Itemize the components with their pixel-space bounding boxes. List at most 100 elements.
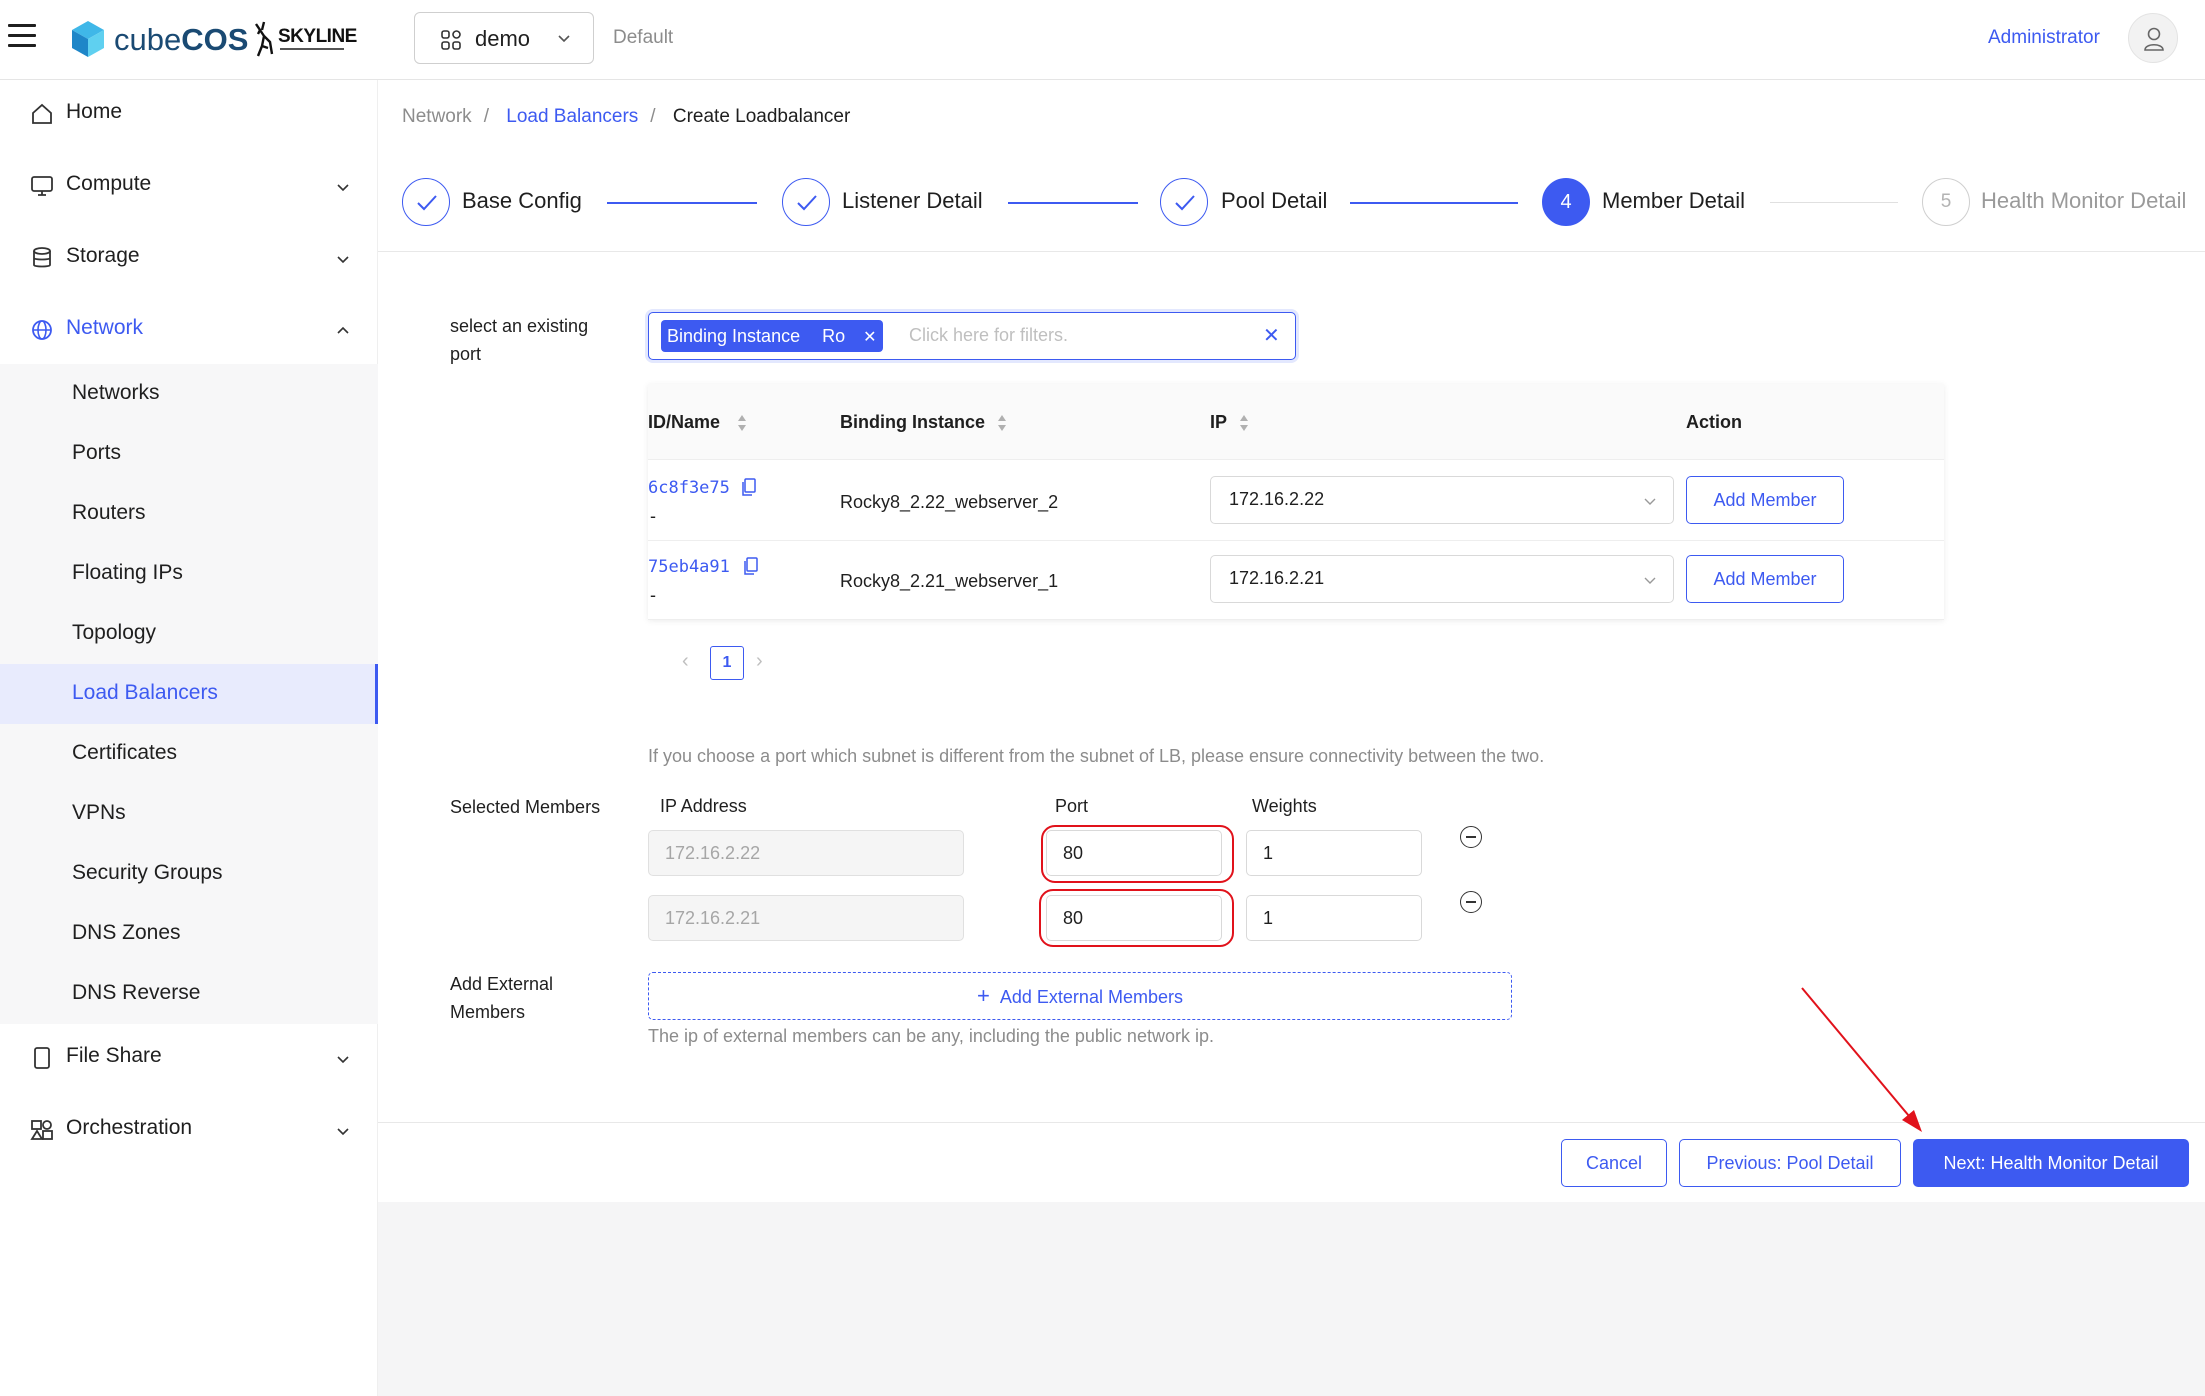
sidebar-item-file-share[interactable]: File Share (0, 1024, 378, 1090)
annotation-arrow (1801, 987, 1922, 1132)
page-number[interactable]: 1 (710, 646, 744, 680)
content-background (378, 1202, 2205, 1396)
sidebar-item-topology[interactable]: Topology (0, 604, 378, 664)
column-id-name[interactable]: ID/Name (648, 412, 720, 433)
table-row: 75eb4a91 - Rocky8_2.21_webserver_1 172.1… (648, 541, 1944, 620)
sidebar-item-networks[interactable]: Networks (0, 364, 378, 424)
weights-header: Weights (1252, 796, 1317, 816)
binding-instance: Rocky8_2.22_webserver_2 (840, 492, 1059, 512)
sidebar-item-storage[interactable]: Storage (0, 224, 378, 290)
sidebar-item-compute[interactable]: Compute (0, 152, 378, 218)
copy-icon[interactable] (744, 557, 758, 575)
port-id-link[interactable]: 75eb4a91 (648, 557, 730, 577)
tag-close-icon[interactable]: ✕ (863, 329, 876, 346)
step-health-monitor-detail: Health Monitor Detail (1981, 188, 2187, 213)
column-ip[interactable]: IP (1210, 412, 1227, 433)
breadcrumb-separator: / (650, 106, 656, 127)
check-icon (402, 178, 450, 226)
clear-filter-icon[interactable]: ✕ (1263, 323, 1280, 348)
menu-icon[interactable] (8, 24, 36, 48)
step-member-detail: Member Detail (1602, 188, 1746, 213)
brand-logo: cubeCOS (114, 22, 249, 57)
sort-icon[interactable] (1238, 413, 1250, 433)
sidebar-label: Networks (72, 381, 160, 404)
member-port-field[interactable]: 80 (1046, 830, 1222, 876)
sidebar-item-floating-ips[interactable]: Floating IPs (0, 544, 378, 604)
port-select-label: select an existing port (450, 316, 589, 364)
step-connector (1350, 202, 1518, 204)
step-number-current: 4 (1542, 178, 1590, 226)
ip-select[interactable]: 172.16.2.22 (1210, 476, 1674, 524)
member-port-field[interactable]: 80 (1046, 895, 1222, 941)
check-icon (1160, 178, 1208, 226)
column-action: Action (1686, 412, 1742, 432)
sidebar-label: DNS Reverse (72, 981, 201, 1004)
remove-member-icon[interactable] (1460, 891, 1482, 913)
column-binding-instance[interactable]: Binding Instance (840, 412, 985, 433)
ip-select[interactable]: 172.16.2.21 (1210, 555, 1674, 603)
sidebar-item-security-groups[interactable]: Security Groups (0, 844, 378, 904)
ip-select-value: 172.16.2.22 (1229, 489, 1325, 509)
footer-bar: Cancel Previous: Pool Detail Next: Healt… (378, 1122, 2205, 1202)
breadcrumb-network[interactable]: Network (402, 106, 472, 127)
database-icon (33, 247, 51, 268)
filter-input[interactable]: Binding Instance Ro ✕ Click here for filte… (648, 312, 1296, 360)
binding-instance: Rocky8_2.21_webserver_1 (840, 571, 1059, 591)
user-name-link[interactable]: Administrator (1988, 27, 2100, 49)
project-selector[interactable]: demo (414, 12, 594, 64)
globe-icon (32, 320, 52, 340)
chevron-down-icon (337, 184, 349, 192)
chevron-up-icon (337, 326, 349, 334)
sidebar-item-dns-zones[interactable]: DNS Zones (0, 904, 378, 964)
check-icon (782, 178, 830, 226)
remove-member-icon[interactable] (1460, 826, 1482, 848)
add-external-members-button[interactable]: + Add External Members (648, 972, 1512, 1020)
file-icon (34, 1047, 50, 1069)
chevron-down-icon (1644, 498, 1656, 505)
sidebar-item-home[interactable]: Home (0, 80, 378, 146)
ip-select-value: 172.16.2.21 (1229, 568, 1325, 588)
step-connector (607, 202, 757, 204)
sidebar-item-vpns[interactable]: VPNs (0, 784, 378, 844)
orchestration-icon (30, 1120, 53, 1140)
breadcrumb-separator: / (483, 106, 489, 127)
deer-icon (255, 21, 274, 57)
sidebar-label: Network (66, 316, 144, 339)
sidebar-item-certificates[interactable]: Certificates (0, 724, 378, 784)
prev-page-icon[interactable]: ‹ (682, 650, 689, 673)
port-id-link[interactable]: 6c8f3e75 (648, 478, 730, 498)
subnet-hint: If you choose a port which subnet is dif… (648, 746, 1545, 766)
sidebar-item-dns-reverse[interactable]: DNS Reverse (0, 964, 378, 1024)
add-member-button[interactable]: Add Member (1686, 476, 1844, 524)
cancel-button[interactable]: Cancel (1561, 1139, 1667, 1187)
member-weight-field[interactable]: 1 (1246, 895, 1422, 941)
sidebar-label: Load Balancers (72, 681, 218, 704)
next-button[interactable]: Next: Health Monitor Detail (1913, 1139, 2189, 1187)
copy-icon[interactable] (742, 478, 756, 496)
step-connector (1008, 202, 1138, 204)
member-weight-field[interactable]: 1 (1246, 830, 1422, 876)
apps-icon (441, 30, 461, 50)
add-member-button[interactable]: Add Member (1686, 555, 1844, 603)
avatar[interactable] (2128, 13, 2178, 63)
previous-button[interactable]: Previous: Pool Detail (1679, 1139, 1901, 1187)
sort-icon[interactable] (736, 413, 748, 433)
sidebar-item-orchestration[interactable]: Orchestration (0, 1096, 378, 1162)
sidebar-item-routers[interactable]: Routers (0, 484, 378, 544)
sidebar-label: Home (66, 100, 123, 123)
wizard-steps: Base Config Listener Detail Pool Detail … (378, 172, 2205, 252)
sidebar-label: Ports (72, 441, 122, 464)
member-ip-field: 172.16.2.22 (648, 830, 964, 876)
skyline-underline (280, 48, 344, 50)
chevron-down-icon (337, 1128, 349, 1136)
sidebar-item-network[interactable]: Network (0, 296, 378, 362)
ip-address-header: IP Address (660, 796, 747, 816)
sidebar-item-ports[interactable]: Ports (0, 424, 378, 484)
filter-tag-value: Ro (822, 326, 846, 346)
sidebar-label: Orchestration (66, 1116, 193, 1139)
sidebar-item-load-balancers[interactable]: Load Balancers (0, 664, 378, 724)
sort-icon[interactable] (996, 413, 1008, 433)
external-members-label: Add External Members (450, 974, 554, 1022)
next-page-icon[interactable]: › (756, 650, 763, 673)
breadcrumb-load-balancers[interactable]: Load Balancers (506, 106, 638, 127)
